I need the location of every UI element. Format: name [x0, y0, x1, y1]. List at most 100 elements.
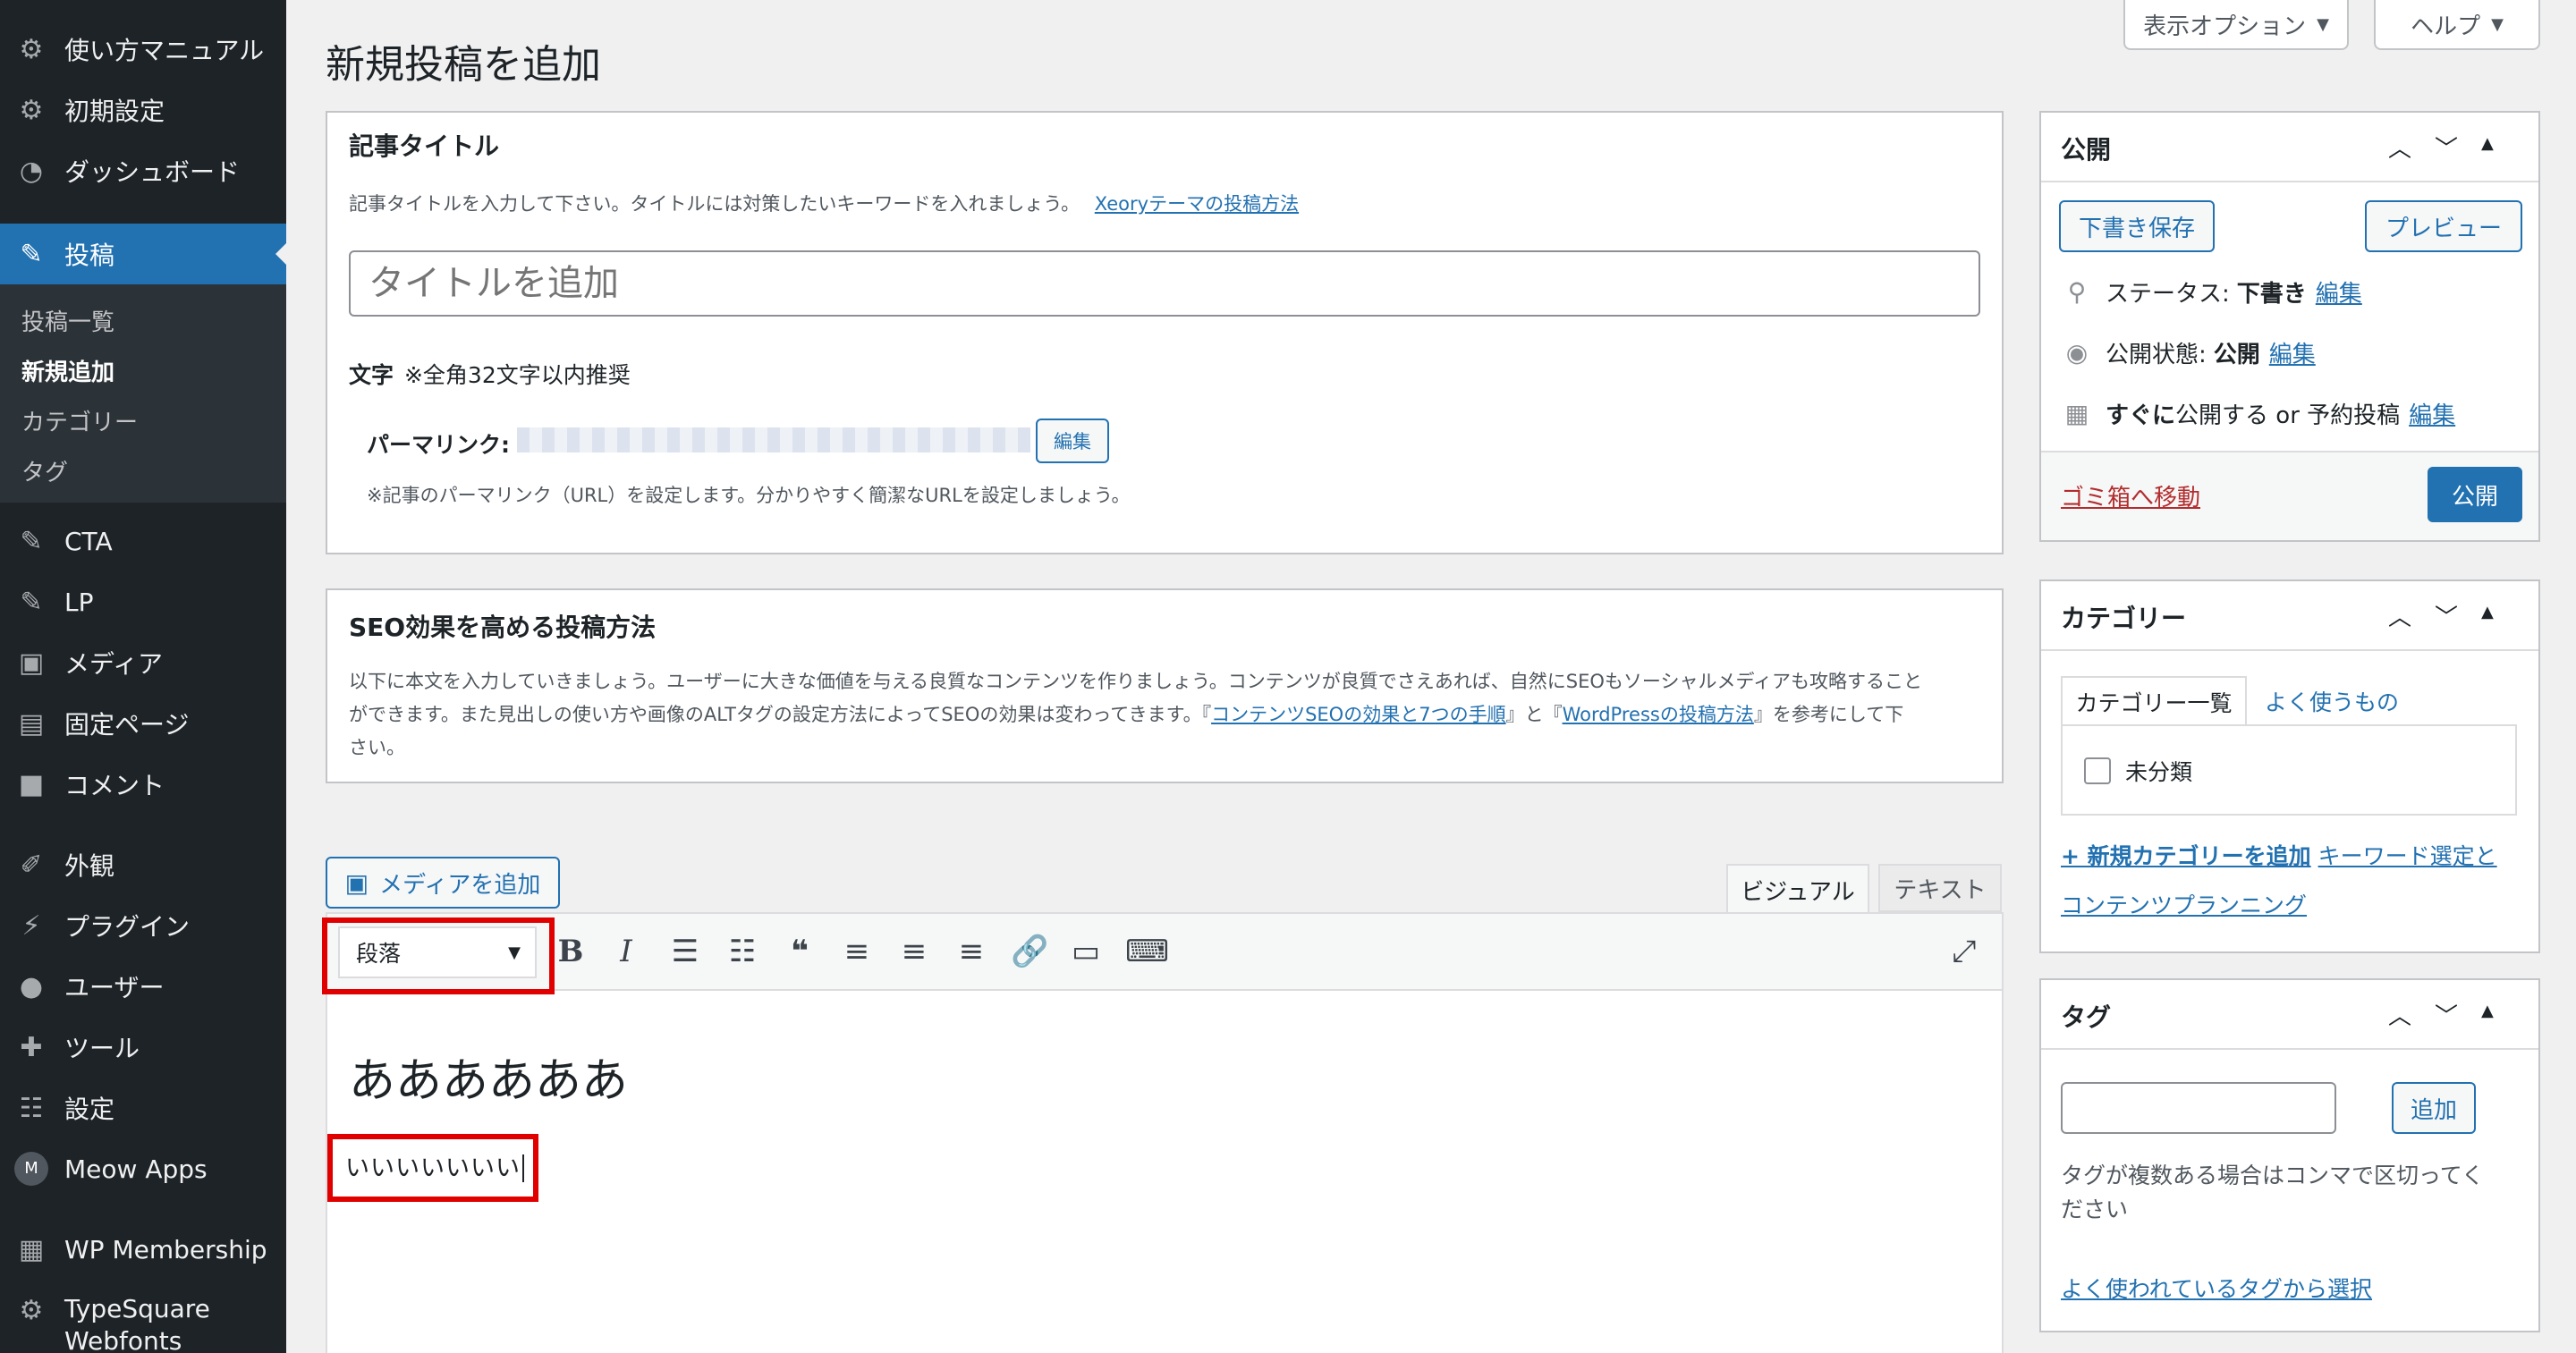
- user-icon: ●: [19, 970, 44, 1002]
- sidebar-item-posts[interactable]: ✎ 投稿: [0, 224, 286, 284]
- fullscreen-icon[interactable]: ⤢: [1946, 934, 1982, 969]
- submenu-tags[interactable]: タグ: [21, 454, 68, 487]
- sidebar-item-media[interactable]: ▣ メディア: [0, 635, 286, 690]
- submenu-categories[interactable]: カテゴリー: [21, 404, 138, 437]
- visibility-row: ◉ 公開状態: 公開 編集: [2061, 336, 2316, 369]
- xeory-howto-link[interactable]: Xeoryテーマの投稿方法: [1095, 193, 1299, 215]
- align-left-icon[interactable]: ≡: [839, 934, 875, 969]
- move-up-icon[interactable]: ︿: [2388, 599, 2411, 632]
- add-tag-button[interactable]: 追加: [2392, 1082, 2476, 1134]
- sidebar-item-label: メディア: [64, 649, 164, 679]
- permalink-note: ※記事のパーマリンク（URL）を設定します。分かりやすく簡潔なURLを設定しまし…: [367, 485, 1131, 506]
- sidebar-item-wp-membership[interactable]: ▦ WP Membership: [0, 1222, 286, 1277]
- plugin-icon: ⚡: [21, 909, 41, 942]
- sidebar-item-label: 初期設定: [64, 97, 165, 126]
- help-button[interactable]: ヘルプ ▼: [2374, 0, 2540, 50]
- status-row: ⚲ ステータス: 下書き 編集: [2061, 275, 2362, 309]
- editor-heading[interactable]: ああああああ: [349, 1043, 628, 1110]
- sidebar-item-label: 使い方マニュアル: [64, 36, 265, 65]
- caret-down-icon: ▼: [2491, 14, 2504, 34]
- sidebar-item-lp[interactable]: ✎ LP: [0, 574, 286, 630]
- permalink-edit-button[interactable]: 編集: [1036, 419, 1109, 463]
- schedule-bold: すぐに: [2106, 402, 2176, 429]
- sidebar-item-dashboard[interactable]: ◔ ダッシュボード: [0, 143, 286, 199]
- category-item-uncategorized[interactable]: 未分類: [2084, 755, 2192, 787]
- seo-line-2: ができます。また見出しの使い方や画像のALTタグの設定方法によってSEOの効果は…: [349, 698, 1986, 731]
- tab-text[interactable]: テキスト: [1878, 864, 2002, 912]
- category-box-title: カテゴリー: [2061, 604, 2187, 633]
- content-planning-link[interactable]: コンテンツプランニング: [2061, 892, 2307, 918]
- publish-button[interactable]: 公開: [2428, 467, 2522, 522]
- save-draft-button[interactable]: 下書き保存: [2059, 200, 2215, 252]
- pin-icon: ✎: [20, 238, 43, 270]
- content-seo-link[interactable]: コンテンツSEOの効果と7つの手順: [1211, 704, 1506, 725]
- sidebar-item-users[interactable]: ● ユーザー: [0, 959, 286, 1014]
- seo-box-body: 以下に本文を入力していきましょう。ユーザーに大きな価値を与える良質なコンテンツを…: [349, 665, 1986, 765]
- tab-popular-categories[interactable]: よく使うもの: [2265, 685, 2399, 717]
- popular-tags-link[interactable]: よく使われているタグから選択: [2061, 1272, 2372, 1304]
- visibility-value: 公開: [2213, 342, 2260, 368]
- move-down-icon[interactable]: ﹀: [2435, 599, 2458, 632]
- sidebar-item-meow-apps[interactable]: M Meow Apps: [0, 1141, 286, 1197]
- italic-icon[interactable]: I: [608, 934, 644, 969]
- permalink-url-blurred: [517, 427, 1030, 452]
- blockquote-icon[interactable]: ❝: [782, 934, 818, 969]
- sidebar-item-label: コメント: [64, 771, 165, 800]
- move-up-icon[interactable]: ︿: [2388, 131, 2411, 164]
- sidebar-item-label: ダッシュボード: [64, 157, 241, 187]
- link-icon[interactable]: 🔗: [1011, 934, 1048, 969]
- align-right-icon[interactable]: ≡: [953, 934, 989, 969]
- move-down-icon[interactable]: ﹀: [2435, 998, 2458, 1031]
- schedule-edit-link[interactable]: 編集: [2409, 397, 2455, 430]
- sidebar-item-initial-settings[interactable]: ⚙ 初期設定: [0, 82, 286, 138]
- preview-button[interactable]: プレビュー: [2365, 200, 2522, 252]
- sidebar-item-comments[interactable]: ■ コメント: [0, 757, 286, 812]
- collapse-icon[interactable]: ▲: [2481, 998, 2494, 1031]
- category-item-label: 未分類: [2125, 759, 2193, 785]
- move-down-icon[interactable]: ﹀: [2435, 131, 2458, 164]
- numbered-list-icon[interactable]: ☷: [724, 934, 760, 969]
- move-up-icon[interactable]: ︿: [2388, 998, 2411, 1031]
- read-more-icon[interactable]: ▭: [1068, 934, 1104, 969]
- bold-icon[interactable]: B: [553, 934, 589, 969]
- sidebar-item-label: 設定: [64, 1095, 115, 1124]
- page-title: 新規投稿を追加: [326, 42, 601, 88]
- submenu-all-posts[interactable]: 投稿一覧: [21, 304, 114, 337]
- move-to-trash-link[interactable]: ゴミ箱へ移動: [2061, 479, 2200, 512]
- wordpress-post-link[interactable]: WordPressの投稿方法: [1563, 704, 1754, 725]
- sidebar-item-manual[interactable]: ⚙ 使い方マニュアル: [0, 21, 286, 77]
- sidebar-item-label: CTA: [64, 526, 113, 556]
- seo-line-3: さい。: [349, 737, 405, 758]
- add-media-button[interactable]: ▣ メディアを追加: [326, 857, 560, 909]
- keyboard-icon[interactable]: ⌨: [1125, 934, 1169, 969]
- sidebar-item-label: ユーザー: [64, 973, 165, 1002]
- collapse-icon[interactable]: ▲: [2481, 599, 2494, 632]
- tag-input[interactable]: [2061, 1082, 2336, 1134]
- screen-options-button[interactable]: 表示オプション ▼: [2123, 0, 2349, 50]
- sidebar-item-label: ツール: [64, 1034, 140, 1063]
- category-checkbox[interactable]: [2084, 757, 2111, 784]
- sidebar-item-typesquare[interactable]: ⚙ TypeSquare Webfonts: [0, 1288, 286, 1353]
- bullet-list-icon[interactable]: ☰: [667, 934, 703, 969]
- post-title-input[interactable]: [349, 250, 1980, 317]
- sidebar-item-plugins[interactable]: ⚡ プラグイン: [0, 898, 286, 953]
- sidebar-item-pages[interactable]: ▤ 固定ページ: [0, 696, 286, 751]
- comment-icon: ■: [18, 768, 45, 800]
- keyword-selection-link[interactable]: キーワード選定と: [2318, 843, 2497, 869]
- collapse-icon[interactable]: ▲: [2481, 131, 2494, 164]
- sidebar-item-appearance[interactable]: ✐ 外観: [0, 837, 286, 892]
- sidebar-item-tools[interactable]: ✚ ツール: [0, 1019, 286, 1075]
- tag-box-title: タグ: [2061, 1002, 2112, 1032]
- add-new-category-link[interactable]: + 新規カテゴリーを追加: [2061, 843, 2311, 869]
- align-center-icon[interactable]: ≡: [896, 934, 932, 969]
- sidebar-item-cta[interactable]: ✎ CTA: [0, 513, 286, 569]
- tab-visual[interactable]: ビジュアル: [1726, 864, 1869, 914]
- eye-icon: ◉: [2065, 338, 2089, 368]
- status-edit-link[interactable]: 編集: [2316, 275, 2362, 309]
- visibility-edit-link[interactable]: 編集: [2269, 336, 2316, 369]
- media-icon: ▣: [344, 867, 369, 898]
- tab-all-categories[interactable]: カテゴリー一覧: [2061, 676, 2247, 726]
- submenu-add-new[interactable]: 新規追加: [21, 354, 114, 387]
- sidebar-item-settings[interactable]: ☷ 設定: [0, 1080, 286, 1136]
- seo-line-2c: 』を参考にして下: [1753, 704, 1904, 725]
